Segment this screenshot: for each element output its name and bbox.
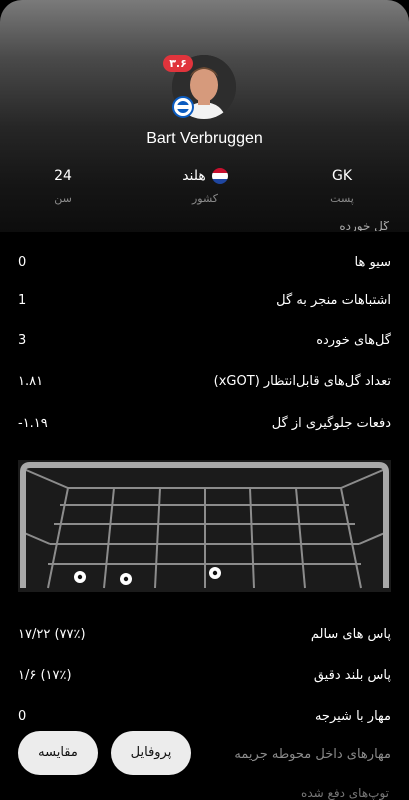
stat-row: ۱/۶ (۱۷٪) پاس بلند دقیق bbox=[18, 664, 391, 686]
age-value: 24 bbox=[54, 168, 72, 184]
stat-value: ۱.۸۱ bbox=[18, 373, 44, 389]
stat-label: تعداد گل‌های قابل‌انتظار (xGOT) bbox=[213, 373, 391, 389]
shot-ball bbox=[209, 567, 221, 579]
player-name: Bart Verbruggen bbox=[146, 130, 263, 147]
shot-ball bbox=[74, 571, 86, 583]
brighton-crest-icon bbox=[172, 96, 194, 118]
stat-row: 0 سیو ها bbox=[18, 251, 391, 273]
stat-row: 1 اشتباهات منجر به گل bbox=[18, 289, 391, 311]
stat-row: -۱.۱۹ دفعات جلوگیری از گل bbox=[18, 412, 391, 434]
player-header: ۳.۶ Bart Verbruggen 24 سن هلند کشور GK پ… bbox=[0, 0, 409, 232]
stat-label: گل‌های خورده bbox=[316, 332, 391, 348]
stat-label: پاس بلند دقیق bbox=[313, 667, 391, 683]
stat-label-partial: توپ‌های دفع شده bbox=[301, 786, 389, 800]
stat-value: 1 bbox=[18, 292, 27, 308]
section-title-partial: گل خورده bbox=[339, 221, 389, 231]
info-country: هلند کشور bbox=[155, 166, 255, 205]
rating-badge: ۳.۶ bbox=[163, 55, 193, 72]
netherlands-flag-icon bbox=[211, 168, 228, 184]
country-label: کشور bbox=[191, 192, 219, 205]
stat-label: مهار با شیرجه bbox=[314, 708, 391, 724]
position-label: پست bbox=[330, 192, 354, 205]
info-position: GK پست bbox=[292, 166, 392, 205]
info-age: 24 سن bbox=[13, 166, 113, 205]
stat-label: اشتباهات منجر به گل bbox=[276, 292, 391, 308]
position-value: GK bbox=[331, 168, 353, 184]
stat-value: 0 bbox=[18, 708, 27, 724]
stat-value: ۱۷/۲۲ (۷۷٪) bbox=[18, 626, 86, 642]
stat-row: ۱۷/۲۲ (۷۷٪) پاس های سالم bbox=[18, 623, 391, 645]
stat-value: -۱.۱۹ bbox=[18, 415, 48, 431]
goal-shot-map bbox=[18, 460, 391, 592]
stat-value: ۱/۶ (۱۷٪) bbox=[18, 667, 72, 683]
stat-row: 3 گل‌های خورده bbox=[18, 329, 391, 351]
stat-label: پاس های سالم bbox=[310, 626, 391, 642]
age-label: سن bbox=[54, 192, 72, 205]
stat-row: ۱.۸۱ تعداد گل‌های قابل‌انتظار (xGOT) bbox=[18, 370, 391, 392]
stat-row: 0 مهار با شیرجه bbox=[18, 705, 391, 727]
compare-button[interactable]: مقایسه bbox=[18, 731, 98, 775]
shot-ball bbox=[120, 573, 132, 585]
stat-label: مهارهای داخل محوطه جریمه bbox=[234, 746, 391, 762]
stat-value: 0 bbox=[18, 254, 27, 270]
stat-label: سیو ها bbox=[354, 254, 391, 270]
stat-label: دفعات جلوگیری از گل bbox=[271, 415, 391, 431]
country-value: هلند bbox=[182, 168, 206, 184]
stat-value: 3 bbox=[18, 332, 27, 348]
profile-button[interactable]: پروفایل bbox=[111, 731, 191, 775]
